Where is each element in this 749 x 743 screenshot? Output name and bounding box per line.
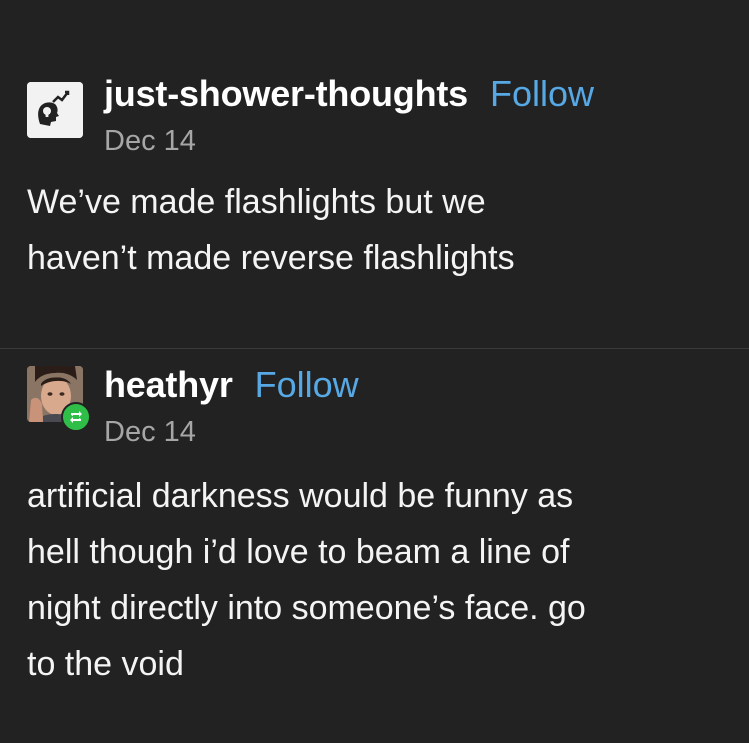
- post-body-line: to the void: [27, 645, 184, 683]
- post-heathyr: heathyr Follow Dec 14 artificial darknes…: [0, 349, 749, 743]
- reblog-badge: [61, 402, 91, 432]
- post-body-line: hell though i’d love to beam a line of: [27, 533, 570, 571]
- follow-button[interactable]: Follow: [255, 364, 359, 406]
- post-body-line: night directly into someone’s face. go: [27, 589, 586, 627]
- post-date: Dec 14: [104, 416, 196, 448]
- post-body: artificial darkness would be funny as he…: [27, 468, 727, 692]
- avatar[interactable]: [27, 82, 83, 138]
- follow-button[interactable]: Follow: [490, 73, 594, 115]
- post-body-line: We’ve made flashlights but we: [27, 183, 486, 221]
- post-just-shower-thoughts: just-shower-thoughts Follow Dec 14 We’ve…: [0, 0, 749, 348]
- author-name[interactable]: just-shower-thoughts: [104, 73, 468, 115]
- post-body-line: haven’t made reverse flashlights: [27, 239, 515, 277]
- reblog-icon: [70, 411, 82, 423]
- post-date: Dec 14: [104, 125, 196, 157]
- head-with-lightbulb-chart-icon: [27, 82, 83, 138]
- author-name[interactable]: heathyr: [104, 364, 233, 406]
- author-row: heathyr Follow: [104, 364, 359, 406]
- post-body-line: artificial darkness would be funny as: [27, 477, 574, 515]
- post-body: We’ve made flashlights but we haven’t ma…: [27, 174, 727, 286]
- author-row: just-shower-thoughts Follow: [104, 73, 594, 115]
